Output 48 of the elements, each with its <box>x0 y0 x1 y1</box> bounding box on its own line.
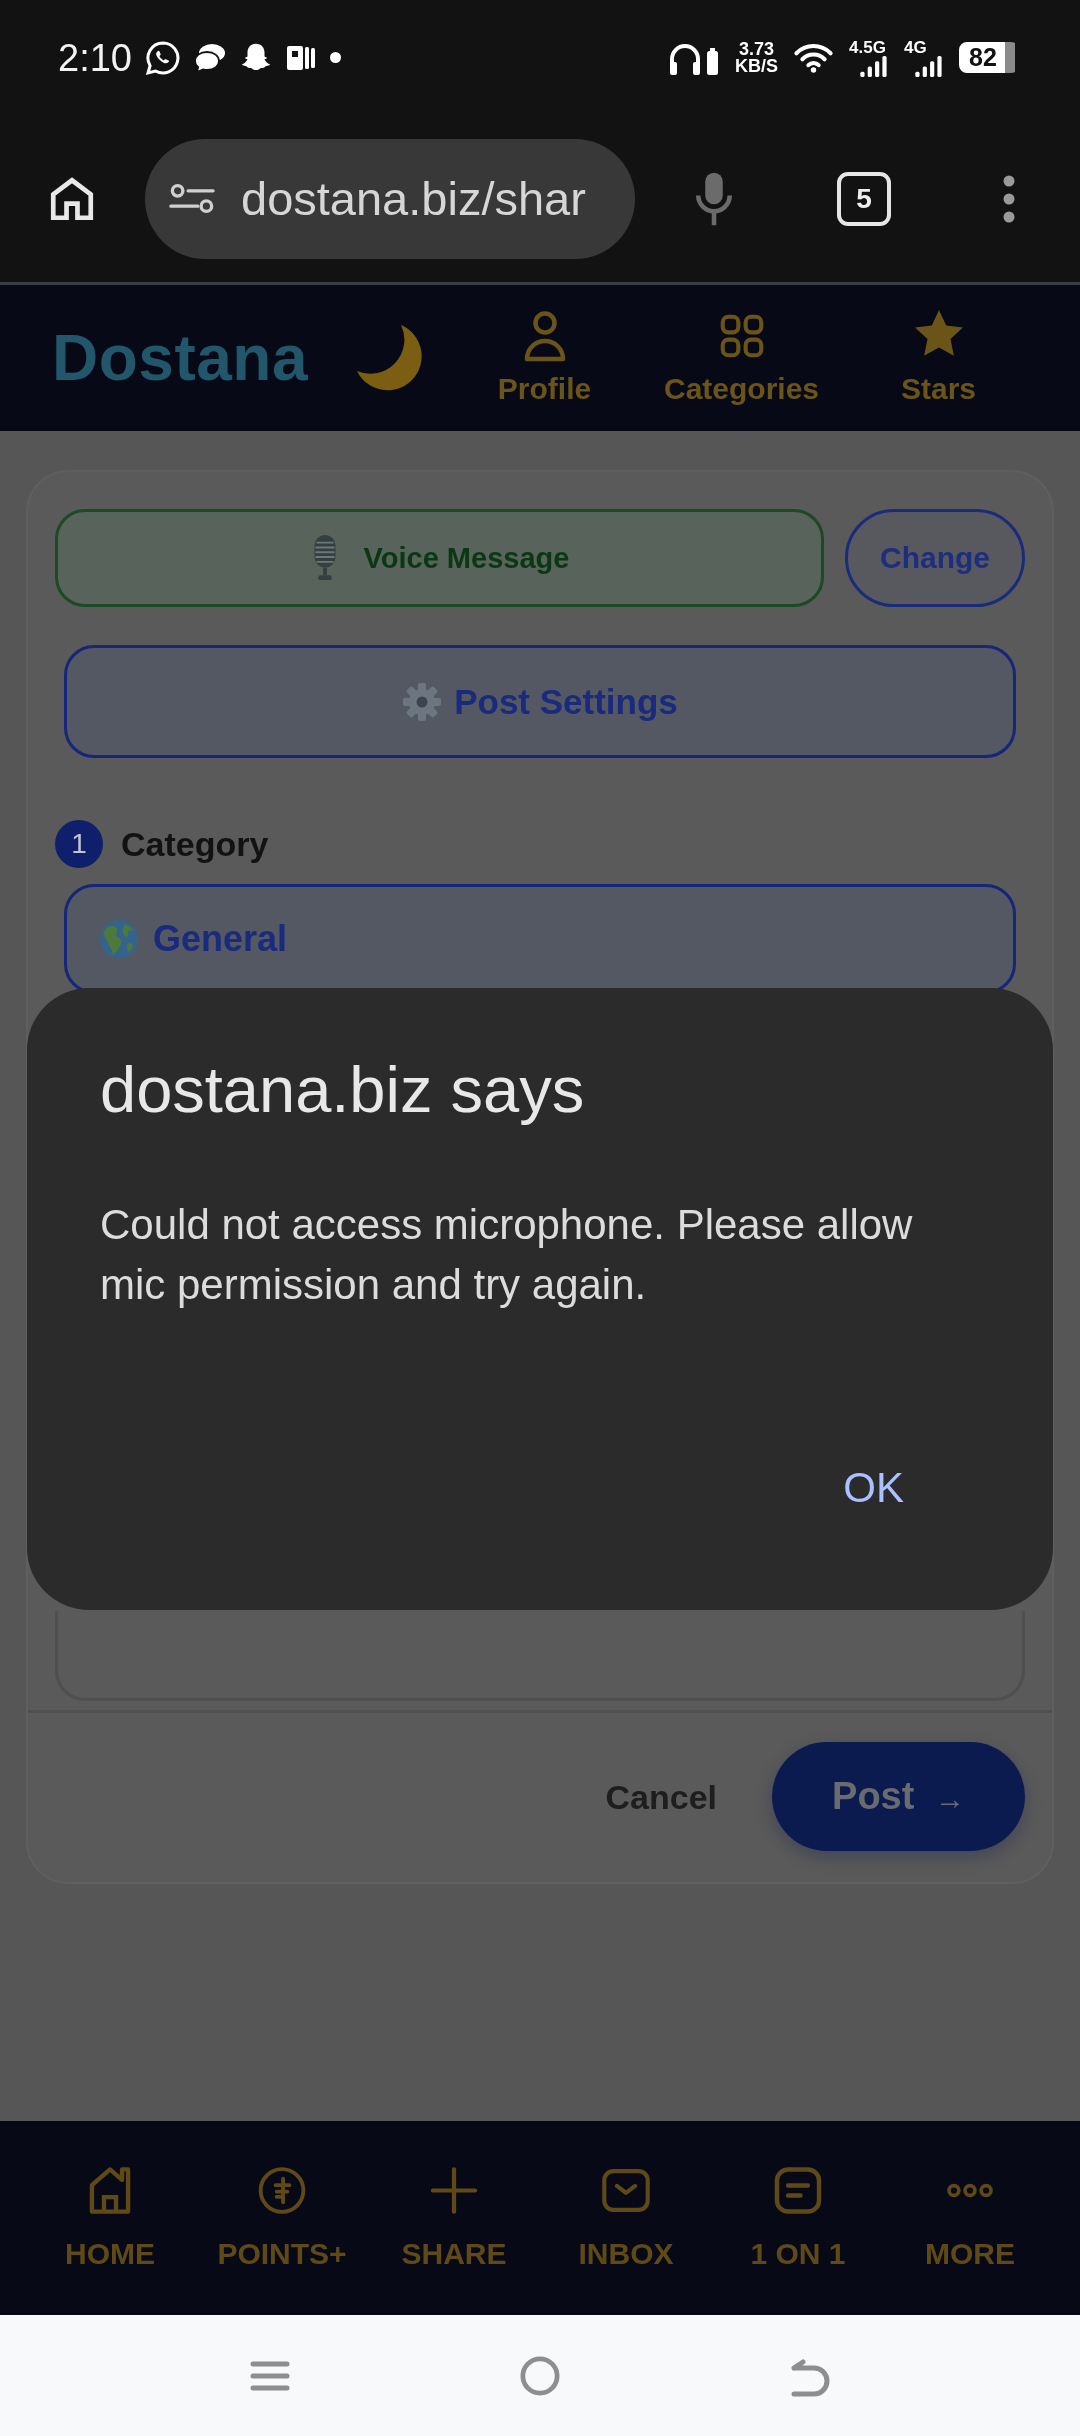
notification-dot-icon <box>329 52 341 63</box>
url-text: dostana.biz/shar <box>241 170 586 227</box>
voice-message-button[interactable]: Voice Message <box>55 509 824 607</box>
field-label: Category <box>121 824 269 864</box>
crescent-moon-icon[interactable] <box>356 324 424 392</box>
plus-icon <box>430 2167 478 2214</box>
bottom-nav-item[interactable]: HOME <box>24 2166 196 2272</box>
speed-value: 3.73 <box>738 40 774 58</box>
phone-bubble-icon <box>144 39 181 76</box>
network-type-label: 4.5G <box>849 38 886 56</box>
bottom-nav-item[interactable]: SHARE <box>368 2166 540 2272</box>
more-dots-icon <box>945 2183 995 2198</box>
post-settings-button[interactable]: Post Settings <box>64 645 1016 758</box>
step-number: 1 <box>55 820 103 868</box>
home-circle-icon[interactable] <box>520 2354 560 2397</box>
header-nav-item[interactable]: Categories <box>643 310 840 406</box>
bottom-nav-item[interactable]: MORE <box>884 2166 1056 2272</box>
globe-icon <box>99 919 139 959</box>
change-button[interactable]: Change <box>845 509 1025 607</box>
ok-button[interactable]: OK <box>823 1452 924 1524</box>
bottom-nav-item[interactable]: 1 ON 1 <box>712 2166 884 2272</box>
cancel-button[interactable]: Cancel <box>605 1776 717 1817</box>
signal-bars-icon <box>914 55 944 77</box>
coin-icon <box>258 2167 306 2214</box>
bottom-nav-item[interactable]: INBOX <box>540 2166 712 2272</box>
star-icon <box>914 310 963 356</box>
dialog-message: Could not access microphone. Please allow mic permission and try again. <box>100 1200 914 1310</box>
envelope-icon <box>602 2167 650 2214</box>
post-button[interactable]: Post → <box>772 1742 1025 1851</box>
signal-bars-icon <box>859 55 889 77</box>
text-area-field[interactable] <box>55 1611 1025 1701</box>
logo-text[interactable]: Dostana <box>52 321 308 395</box>
chat-bubbles-icon <box>193 42 226 73</box>
header-nav-item[interactable]: Stars <box>840 310 1037 406</box>
dialog-title: dostana.biz says <box>100 1052 586 1128</box>
address-bar[interactable]: dostana.biz/shar <box>145 138 635 259</box>
wifi-icon <box>793 42 834 73</box>
network-type-label: 4G <box>904 38 927 56</box>
speed-unit: KB/S <box>735 57 778 75</box>
gear-icon <box>402 681 443 722</box>
person-icon <box>522 310 567 362</box>
header-nav-item[interactable]: Profile <box>446 310 643 406</box>
sliders-icon[interactable] <box>169 183 215 214</box>
more-menu-icon[interactable] <box>1002 173 1016 224</box>
bottom-nav-item[interactable]: POINTS+ <box>196 2166 368 2272</box>
status-time: 2:10 <box>58 35 132 80</box>
message-lines-icon <box>774 2167 822 2214</box>
tab-switcher-button[interactable]: 5 <box>837 171 891 226</box>
